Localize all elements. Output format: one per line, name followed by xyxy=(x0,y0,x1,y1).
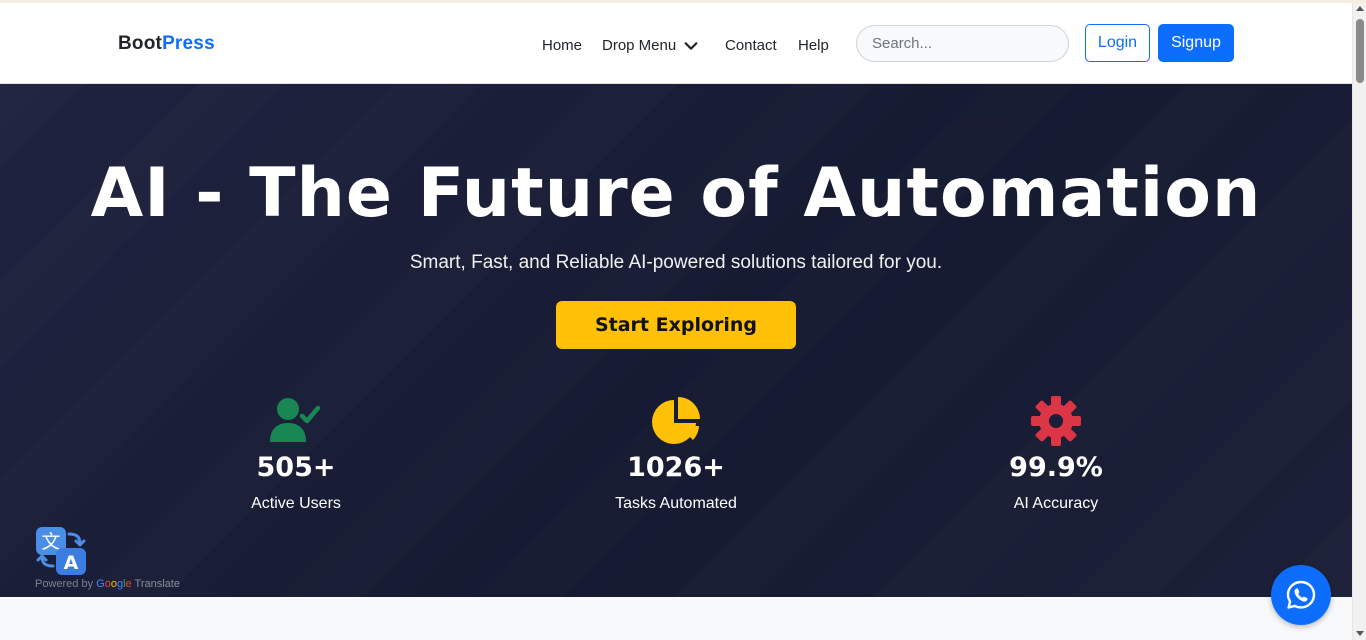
powered-by-label: Powered by xyxy=(35,578,94,590)
stat-label: Active Users xyxy=(251,495,341,512)
stat-value: 1026+ xyxy=(627,452,725,483)
translate-icon: 文 A xyxy=(36,527,86,575)
hero-section: AI - The Future of Automation Smart, Fas… xyxy=(0,84,1352,597)
chevron-down-icon xyxy=(684,41,698,50)
stat-tasks-automated: 1026+ Tasks Automated xyxy=(556,396,796,513)
brand-name-part2: Press xyxy=(162,33,215,54)
brand-name-part1: Boot xyxy=(118,33,163,54)
navbar: BootPress Home Drop Menu Contact Help Lo… xyxy=(0,3,1352,84)
nav-help-link[interactable]: Help xyxy=(798,37,829,54)
google-wordmark: Google xyxy=(96,578,132,590)
search-input[interactable] xyxy=(856,25,1069,62)
page-scrollbar[interactable] xyxy=(1352,3,1366,640)
hero-subtitle: Smart, Fast, and Reliable AI-powered sol… xyxy=(409,252,943,273)
nav-home-link[interactable]: Home xyxy=(542,37,582,54)
powered-by-google-translate: Powered by Google Translate xyxy=(35,578,180,590)
brand-logo[interactable]: BootPress xyxy=(118,33,215,55)
stat-ai-accuracy: 99.9% AI Accuracy xyxy=(936,396,1176,513)
stat-value: 505+ xyxy=(256,452,336,483)
nav-drop-menu-label: Drop Menu xyxy=(602,37,677,54)
scroll-up-arrow-icon[interactable] xyxy=(1356,6,1364,11)
stat-active-users: 505+ Active Users xyxy=(176,396,416,513)
svg-text:文: 文 xyxy=(41,531,60,553)
svg-text:A: A xyxy=(64,552,79,574)
start-exploring-button[interactable]: Start Exploring xyxy=(556,301,796,349)
whatsapp-chat-button[interactable] xyxy=(1271,565,1331,625)
translate-label: Translate xyxy=(134,578,180,590)
login-button[interactable]: Login xyxy=(1085,24,1150,62)
stat-label: AI Accuracy xyxy=(1013,495,1099,512)
nav-drop-menu[interactable]: Drop Menu xyxy=(602,37,698,54)
user-check-icon xyxy=(270,398,321,442)
stat-value: 99.9% xyxy=(1009,452,1103,483)
pie-chart-icon xyxy=(652,397,700,444)
stat-label: Tasks Automated xyxy=(615,495,737,512)
hero-title: AI - The Future of Automation xyxy=(90,154,1262,233)
scroll-down-arrow-icon[interactable] xyxy=(1356,631,1364,636)
whatsapp-icon xyxy=(1286,580,1316,609)
scrollbar-thumb[interactable] xyxy=(1356,19,1364,83)
nav-contact-link[interactable]: Contact xyxy=(725,37,777,54)
google-translate-widget[interactable]: 文 A Powered by Google Translate xyxy=(35,526,205,594)
signup-button[interactable]: Signup xyxy=(1158,24,1234,62)
gear-icon xyxy=(1031,396,1081,446)
